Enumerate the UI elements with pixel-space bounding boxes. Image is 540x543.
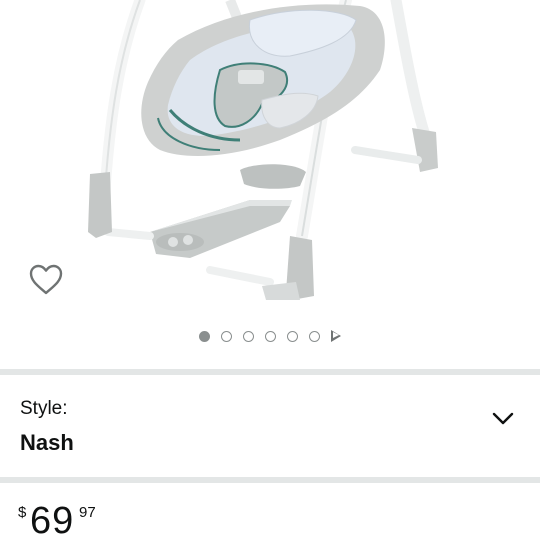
- section-divider: [0, 369, 540, 375]
- image-carousel-indicators: [0, 326, 540, 346]
- price-currency-symbol: $: [18, 504, 27, 521]
- section-divider: [0, 477, 540, 483]
- heart-outline-icon[interactable]: [28, 262, 64, 298]
- style-value: Nash: [20, 430, 74, 455]
- product-image-gallery[interactable]: [0, 0, 540, 318]
- carousel-dot-5[interactable]: [287, 330, 298, 342]
- carousel-dot-1[interactable]: [199, 330, 210, 342]
- chevron-down-icon[interactable]: [490, 409, 516, 429]
- price-whole: 69: [30, 500, 75, 542]
- carousel-dot-4[interactable]: [265, 330, 276, 342]
- carousel-dot-3[interactable]: [243, 330, 254, 342]
- play-video-icon[interactable]: [331, 330, 341, 342]
- style-label: Style:: [20, 398, 68, 419]
- product-image[interactable]: [0, 0, 540, 318]
- price-fraction: 97: [79, 504, 96, 521]
- style-selector[interactable]: Style: Nash: [0, 376, 540, 477]
- carousel-dot-6[interactable]: [309, 330, 320, 342]
- carousel-dot-2[interactable]: [221, 330, 232, 342]
